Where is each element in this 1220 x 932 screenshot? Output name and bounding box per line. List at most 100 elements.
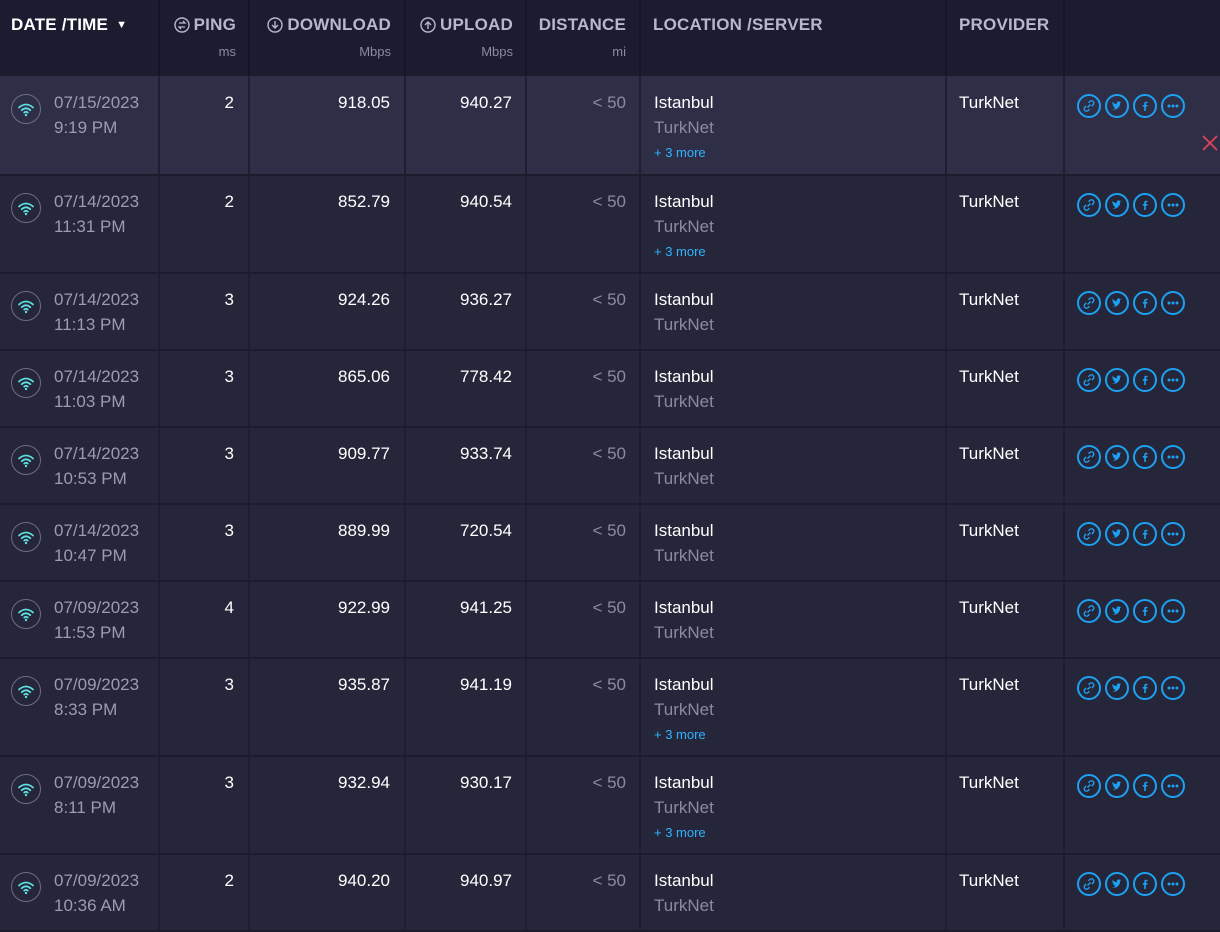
more-servers-link[interactable]: + 3 more xyxy=(654,727,706,742)
more-options-icon[interactable] xyxy=(1161,774,1185,798)
link-icon[interactable] xyxy=(1077,774,1101,798)
twitter-icon[interactable] xyxy=(1105,368,1129,392)
location-cell: Istanbul TurkNet + 3 more xyxy=(641,176,947,272)
wifi-icon xyxy=(11,94,41,124)
facebook-icon[interactable] xyxy=(1133,599,1157,623)
wifi-icon xyxy=(11,522,41,552)
upload-icon xyxy=(420,17,436,38)
table-row[interactable]: 07/09/2023 8:11 PM 3 932.94 930.17 < 50 … xyxy=(0,757,1220,855)
location-cell: Istanbul TurkNet + 3 more xyxy=(641,659,947,755)
facebook-icon[interactable] xyxy=(1133,445,1157,469)
twitter-icon[interactable] xyxy=(1105,599,1129,623)
link-icon[interactable] xyxy=(1077,368,1101,392)
facebook-icon[interactable] xyxy=(1133,522,1157,546)
actions-cell xyxy=(1065,274,1220,349)
facebook-icon[interactable] xyxy=(1133,872,1157,896)
table-row[interactable]: 07/14/2023 11:31 PM 2 852.79 940.54 < 50… xyxy=(0,176,1220,274)
table-row[interactable]: 07/14/2023 10:47 PM 3 889.99 720.54 < 50… xyxy=(0,505,1220,582)
more-servers-link[interactable]: + 3 more xyxy=(654,825,706,840)
column-datetime[interactable]: DATE /TIME ▼ xyxy=(0,0,160,76)
facebook-icon[interactable] xyxy=(1133,193,1157,217)
download-value: 935.87 xyxy=(338,675,390,694)
table-row[interactable]: 07/09/2023 11:53 PM 4 922.99 941.25 < 50… xyxy=(0,582,1220,659)
twitter-icon[interactable] xyxy=(1105,94,1129,118)
facebook-icon[interactable] xyxy=(1133,368,1157,392)
column-distance[interactable]: DISTANCE mi xyxy=(527,0,641,76)
more-options-icon[interactable] xyxy=(1161,599,1185,623)
twitter-icon[interactable] xyxy=(1105,522,1129,546)
facebook-icon[interactable] xyxy=(1133,291,1157,315)
facebook-icon[interactable] xyxy=(1133,94,1157,118)
facebook-icon[interactable] xyxy=(1133,774,1157,798)
column-location[interactable]: LOCATION /SERVER xyxy=(641,0,947,76)
table-row[interactable]: 07/14/2023 10:53 PM 3 909.77 933.74 < 50… xyxy=(0,428,1220,505)
close-icon[interactable] xyxy=(1201,134,1219,152)
upload-unit: Mbps xyxy=(481,44,513,59)
location-name: Istanbul xyxy=(654,773,714,792)
facebook-icon[interactable] xyxy=(1133,676,1157,700)
link-icon[interactable] xyxy=(1077,599,1101,623)
column-provider-label: PROVIDER xyxy=(959,15,1050,34)
more-options-icon[interactable] xyxy=(1161,676,1185,700)
twitter-icon[interactable] xyxy=(1105,676,1129,700)
more-options-icon[interactable] xyxy=(1161,522,1185,546)
link-icon[interactable] xyxy=(1077,445,1101,469)
more-options-icon[interactable] xyxy=(1161,291,1185,315)
upload-value: 936.27 xyxy=(460,290,512,309)
link-icon[interactable] xyxy=(1077,94,1101,118)
link-icon[interactable] xyxy=(1077,193,1101,217)
more-servers-link[interactable]: + 3 more xyxy=(654,145,706,160)
link-icon[interactable] xyxy=(1077,872,1101,896)
location-name: Istanbul xyxy=(654,675,714,694)
ping-cell: 3 xyxy=(160,505,250,580)
column-download[interactable]: DOWNLOAD Mbps xyxy=(250,0,406,76)
provider-name: TurkNet xyxy=(959,290,1019,309)
twitter-icon[interactable] xyxy=(1105,774,1129,798)
more-options-icon[interactable] xyxy=(1161,368,1185,392)
download-value: 932.94 xyxy=(338,773,390,792)
table-row[interactable]: 07/14/2023 11:13 PM 3 924.26 936.27 < 50… xyxy=(0,274,1220,351)
more-servers-link[interactable]: + 3 more xyxy=(654,244,706,259)
provider-cell: TurkNet xyxy=(947,659,1065,755)
more-options-icon[interactable] xyxy=(1161,94,1185,118)
location-name: Istanbul xyxy=(654,521,714,540)
download-value: 909.77 xyxy=(338,444,390,463)
column-upload[interactable]: UPLOAD Mbps xyxy=(406,0,527,76)
more-options-icon[interactable] xyxy=(1161,193,1185,217)
upload-value: 940.27 xyxy=(460,93,512,112)
provider-name: TurkNet xyxy=(959,192,1019,211)
distance-value: < 50 xyxy=(592,192,626,211)
link-icon[interactable] xyxy=(1077,676,1101,700)
table-row[interactable]: 07/15/2023 9:19 PM 2 918.05 940.27 < 50 … xyxy=(0,77,1220,176)
download-cell: 924.26 xyxy=(250,274,406,349)
column-ping[interactable]: PING ms xyxy=(160,0,250,76)
twitter-icon[interactable] xyxy=(1105,193,1129,217)
wifi-icon xyxy=(11,872,41,902)
table-row[interactable]: 07/09/2023 8:33 PM 3 935.87 941.19 < 50 … xyxy=(0,659,1220,757)
location-name: Istanbul xyxy=(654,598,714,617)
table-row[interactable]: 07/09/2023 10:36 AM 2 940.20 940.97 < 50… xyxy=(0,855,1220,932)
column-provider[interactable]: PROVIDER xyxy=(947,0,1065,76)
twitter-icon[interactable] xyxy=(1105,445,1129,469)
location-cell: Istanbul TurkNet + 3 more xyxy=(641,757,947,853)
more-options-icon[interactable] xyxy=(1161,445,1185,469)
provider-cell: TurkNet xyxy=(947,855,1065,930)
result-date: 07/14/2023 xyxy=(54,192,140,211)
provider-cell: TurkNet xyxy=(947,176,1065,272)
download-cell: 865.06 xyxy=(250,351,406,426)
sort-down-icon[interactable]: ▼ xyxy=(116,19,127,31)
upload-value: 941.25 xyxy=(460,598,512,617)
ping-value: 3 xyxy=(224,773,234,792)
upload-cell: 941.19 xyxy=(406,659,527,755)
twitter-icon[interactable] xyxy=(1105,872,1129,896)
twitter-icon[interactable] xyxy=(1105,291,1129,315)
distance-value: < 50 xyxy=(592,290,626,309)
distance-value: < 50 xyxy=(592,444,626,463)
provider-name: TurkNet xyxy=(959,871,1019,890)
more-options-icon[interactable] xyxy=(1161,872,1185,896)
distance-value: < 50 xyxy=(592,598,626,617)
table-row[interactable]: 07/14/2023 11:03 PM 3 865.06 778.42 < 50… xyxy=(0,351,1220,428)
link-icon[interactable] xyxy=(1077,522,1101,546)
link-icon[interactable] xyxy=(1077,291,1101,315)
upload-value: 940.54 xyxy=(460,192,512,211)
